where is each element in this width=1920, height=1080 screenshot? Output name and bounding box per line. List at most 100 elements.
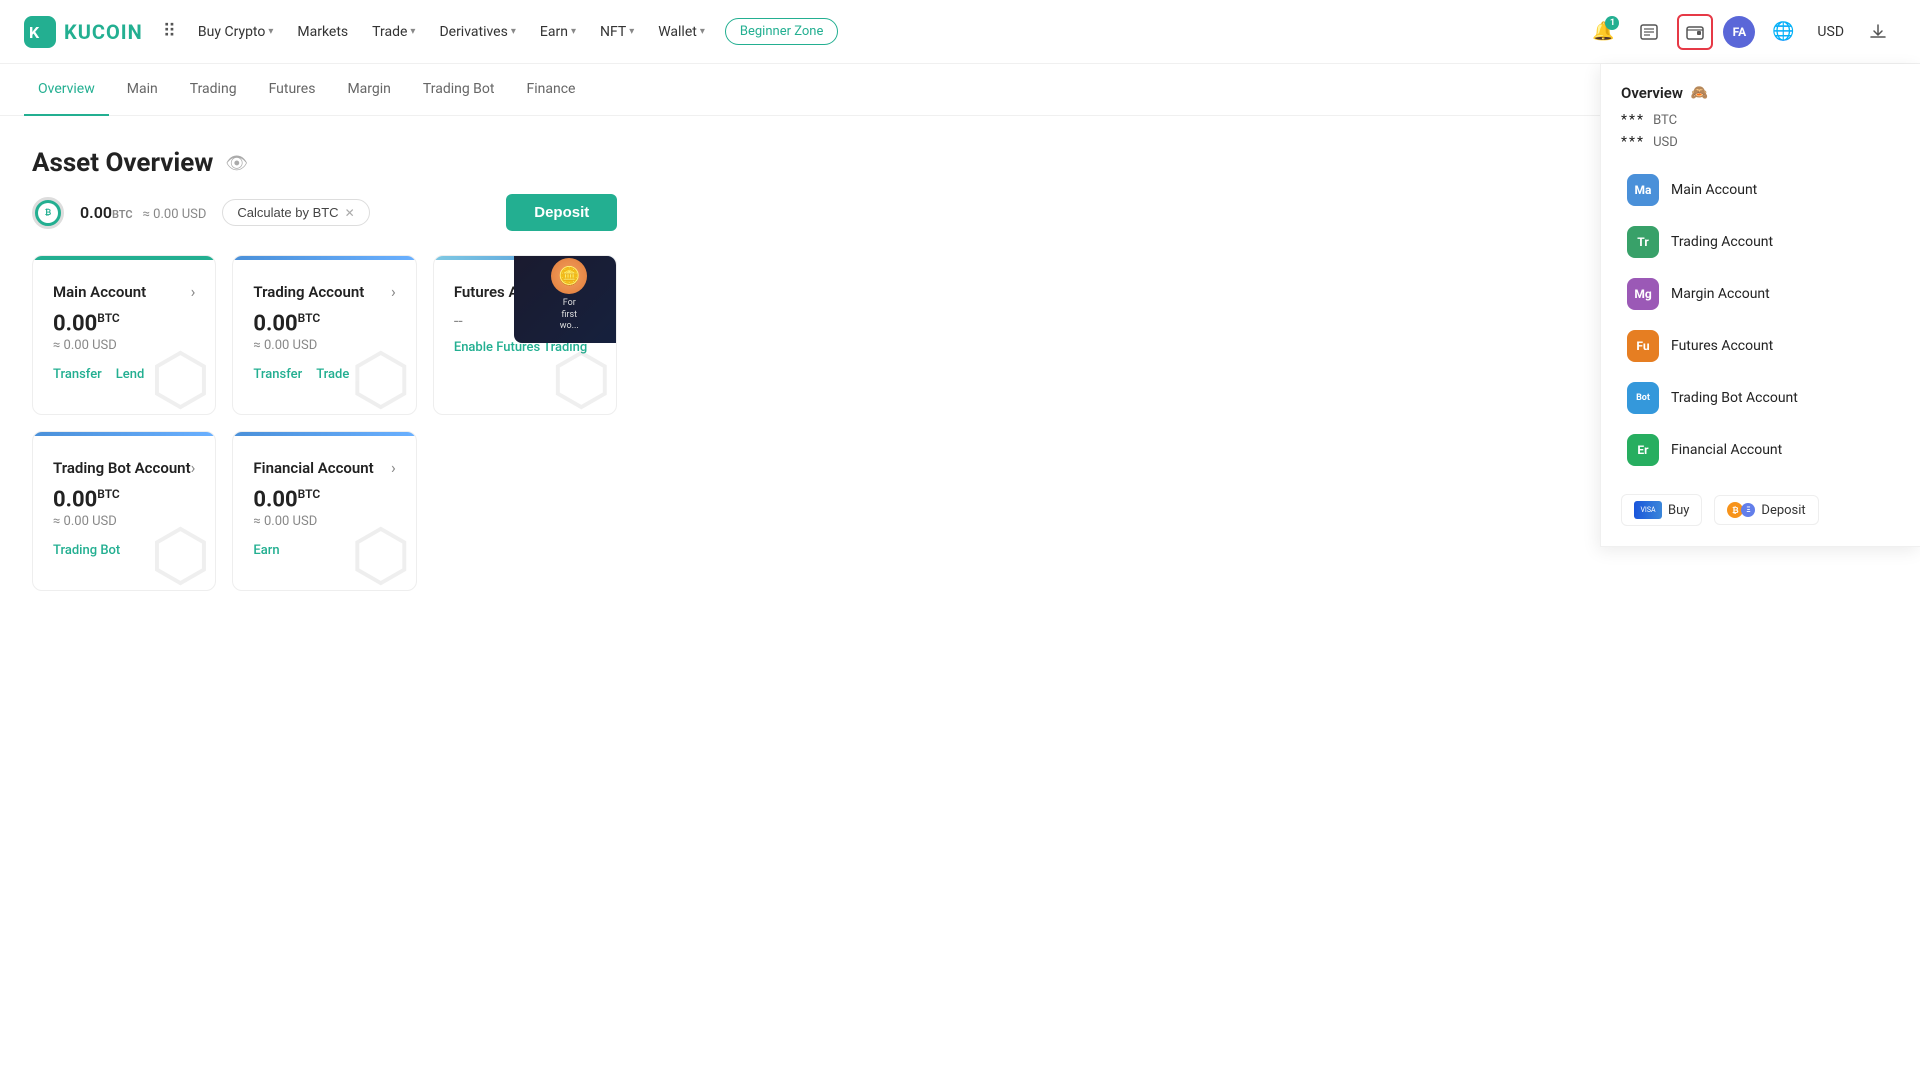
promo-banner: 🪙 Forfirstwo... xyxy=(514,255,617,343)
financial-account-actions: Earn xyxy=(253,543,395,558)
nav-trade[interactable]: Trade ▾ xyxy=(362,18,425,46)
trading-account-actions: Transfer Trade xyxy=(253,367,395,382)
panel-financial-account-label: Financial Account xyxy=(1671,442,1782,458)
panel-trading-account-label: Trading Account xyxy=(1671,234,1773,250)
deposit-main-button[interactable]: Deposit xyxy=(506,194,617,231)
hide-balance-icon[interactable]: 👁 xyxy=(225,153,248,174)
cards-grid: Main Account › 0.00BTC ≈ 0.00 USD Transf… xyxy=(32,255,617,591)
card-header: Trading Bot Account › xyxy=(53,458,195,477)
navbar: K KUCOIN ⠿ Buy Crypto ▾ Markets Trade ▾ … xyxy=(0,0,1920,64)
card-arrow-icon[interactable]: › xyxy=(391,282,396,301)
panel-financial-avatar: Er xyxy=(1627,434,1659,466)
card-header: Main Account › xyxy=(53,282,195,301)
panel-margin-account[interactable]: Mg Margin Account xyxy=(1621,270,1900,318)
nav-derivatives[interactable]: Derivatives ▾ xyxy=(429,18,525,46)
crypto-icons: ₿ Ξ xyxy=(1727,502,1755,518)
user-avatar[interactable]: FA xyxy=(1723,16,1755,48)
financial-account-title: Financial Account xyxy=(253,459,373,477)
trading-account-amount: 0.00BTC xyxy=(253,311,395,336)
chevron-down-icon: ▾ xyxy=(629,26,634,37)
trading-bot-actions: Trading Bot xyxy=(53,543,195,558)
trading-account-title: Trading Account xyxy=(253,283,364,301)
panel-btc-label: BTC xyxy=(1653,113,1677,128)
panel-trading-account[interactable]: Tr Trading Account xyxy=(1621,218,1900,266)
main-account-title: Main Account xyxy=(53,283,146,301)
card-top-bar xyxy=(33,432,215,436)
currency-selector[interactable]: USD xyxy=(1811,20,1850,44)
panel-bot-avatar: Bot xyxy=(1627,382,1659,414)
nav-right: 🔔 1 FA 🌐 USD xyxy=(1585,14,1896,50)
subnav-trading[interactable]: Trading xyxy=(176,64,251,116)
panel-overview-label: Overview xyxy=(1621,84,1683,102)
trading-account-card: Trading Account › 0.00BTC ≈ 0.00 USD Tra… xyxy=(232,255,416,415)
trading-trade-link[interactable]: Trade xyxy=(316,367,349,382)
subnav-overview[interactable]: Overview xyxy=(24,64,109,116)
trading-transfer-link[interactable]: Transfer xyxy=(253,367,302,382)
card-top-bar xyxy=(233,256,415,260)
main-lend-link[interactable]: Lend xyxy=(116,367,145,382)
panel-margin-avatar: Mg xyxy=(1627,278,1659,310)
panel-trading-avatar: Tr xyxy=(1627,226,1659,258)
panel-futures-account-label: Futures Account xyxy=(1671,338,1773,354)
main-content: Asset Overview 👁 ₿ 0.00BTC ≈ 0.00 USD Ca… xyxy=(0,116,649,623)
visa-icon: VISA xyxy=(1634,501,1662,519)
panel-main-avatar: Ma xyxy=(1627,174,1659,206)
nav-buy-crypto[interactable]: Buy Crypto ▾ xyxy=(188,18,283,46)
panel-bot-account[interactable]: Bot Trading Bot Account xyxy=(1621,374,1900,422)
subnav-finance[interactable]: Finance xyxy=(512,64,589,116)
close-icon[interactable]: ✕ xyxy=(345,206,355,220)
financial-account-usd: ≈ 0.00 USD xyxy=(253,514,395,529)
main-transfer-link[interactable]: Transfer xyxy=(53,367,102,382)
logo[interactable]: K KUCOIN xyxy=(24,16,143,48)
nav-nft[interactable]: NFT ▾ xyxy=(590,18,644,46)
panel-futures-account[interactable]: Fu Futures Account xyxy=(1621,322,1900,370)
chevron-down-icon: ▾ xyxy=(268,26,273,37)
nav-wallet[interactable]: Wallet ▾ xyxy=(648,18,715,46)
notification-bell[interactable]: 🔔 1 xyxy=(1585,14,1621,50)
panel-accounts-list: Ma Main Account Tr Trading Account Mg Ma… xyxy=(1621,166,1900,474)
btc-circle-icon: ₿ xyxy=(32,197,64,229)
subnav-main[interactable]: Main xyxy=(113,64,172,116)
subnav-futures[interactable]: Futures xyxy=(255,64,330,116)
panel-main-account[interactable]: Ma Main Account xyxy=(1621,166,1900,214)
card-header: Trading Account › xyxy=(253,282,395,301)
subnav-trading-bot[interactable]: Trading Bot xyxy=(409,64,509,116)
panel-usd-label: USD xyxy=(1653,135,1678,150)
panel-main-account-label: Main Account xyxy=(1671,182,1757,198)
logo-text: KUCOIN xyxy=(64,20,143,44)
trading-bot-link[interactable]: Trading Bot xyxy=(53,543,120,558)
card-arrow-icon[interactable]: › xyxy=(191,458,196,477)
wallet-dropdown-panel: Overview 🙈 *** BTC *** USD Ma Main Accou… xyxy=(1600,64,1920,547)
beginner-zone-button[interactable]: Beginner Zone xyxy=(725,18,838,45)
nav-markets[interactable]: Markets xyxy=(287,18,358,46)
panel-bot-account-label: Trading Bot Account xyxy=(1671,390,1798,406)
panel-hide-icon[interactable]: 🙈 xyxy=(1691,85,1708,101)
chevron-down-icon: ▾ xyxy=(700,26,705,37)
futures-account-card: Futures Account › -- Enable Futures Trad… xyxy=(433,255,617,415)
globe-icon[interactable]: 🌐 xyxy=(1765,14,1801,50)
asset-header: Asset Overview 👁 xyxy=(32,148,617,178)
wallet-icon[interactable] xyxy=(1677,14,1713,50)
orders-icon[interactable] xyxy=(1631,14,1667,50)
earn-link[interactable]: Earn xyxy=(253,543,279,558)
grid-icon[interactable]: ⠿ xyxy=(163,21,176,42)
chevron-down-icon: ▾ xyxy=(511,26,516,37)
calculate-by-btc-button[interactable]: Calculate by BTC ✕ xyxy=(222,199,369,226)
panel-deposit-button[interactable]: ₿ Ξ Deposit xyxy=(1714,495,1818,525)
trading-bot-amount: 0.00BTC xyxy=(53,487,195,512)
panel-financial-account[interactable]: Er Financial Account xyxy=(1621,426,1900,474)
card-arrow-icon[interactable]: › xyxy=(191,282,196,301)
main-account-card: Main Account › 0.00BTC ≈ 0.00 USD Transf… xyxy=(32,255,216,415)
panel-buy-button[interactable]: VISA Buy xyxy=(1621,494,1702,526)
card-arrow-icon[interactable]: › xyxy=(391,458,396,477)
download-icon[interactable] xyxy=(1860,14,1896,50)
main-account-actions: Transfer Lend xyxy=(53,367,195,382)
financial-account-amount: 0.00BTC xyxy=(253,487,395,512)
chevron-down-icon: ▾ xyxy=(571,26,576,37)
card-top-bar xyxy=(33,256,215,260)
btc-total-amount: 0.00BTC ≈ 0.00 USD xyxy=(80,203,206,222)
subnav-margin[interactable]: Margin xyxy=(333,64,404,116)
nav-earn[interactable]: Earn ▾ xyxy=(530,18,586,46)
svg-text:K: K xyxy=(29,23,40,42)
chevron-down-icon: ▾ xyxy=(410,26,415,37)
